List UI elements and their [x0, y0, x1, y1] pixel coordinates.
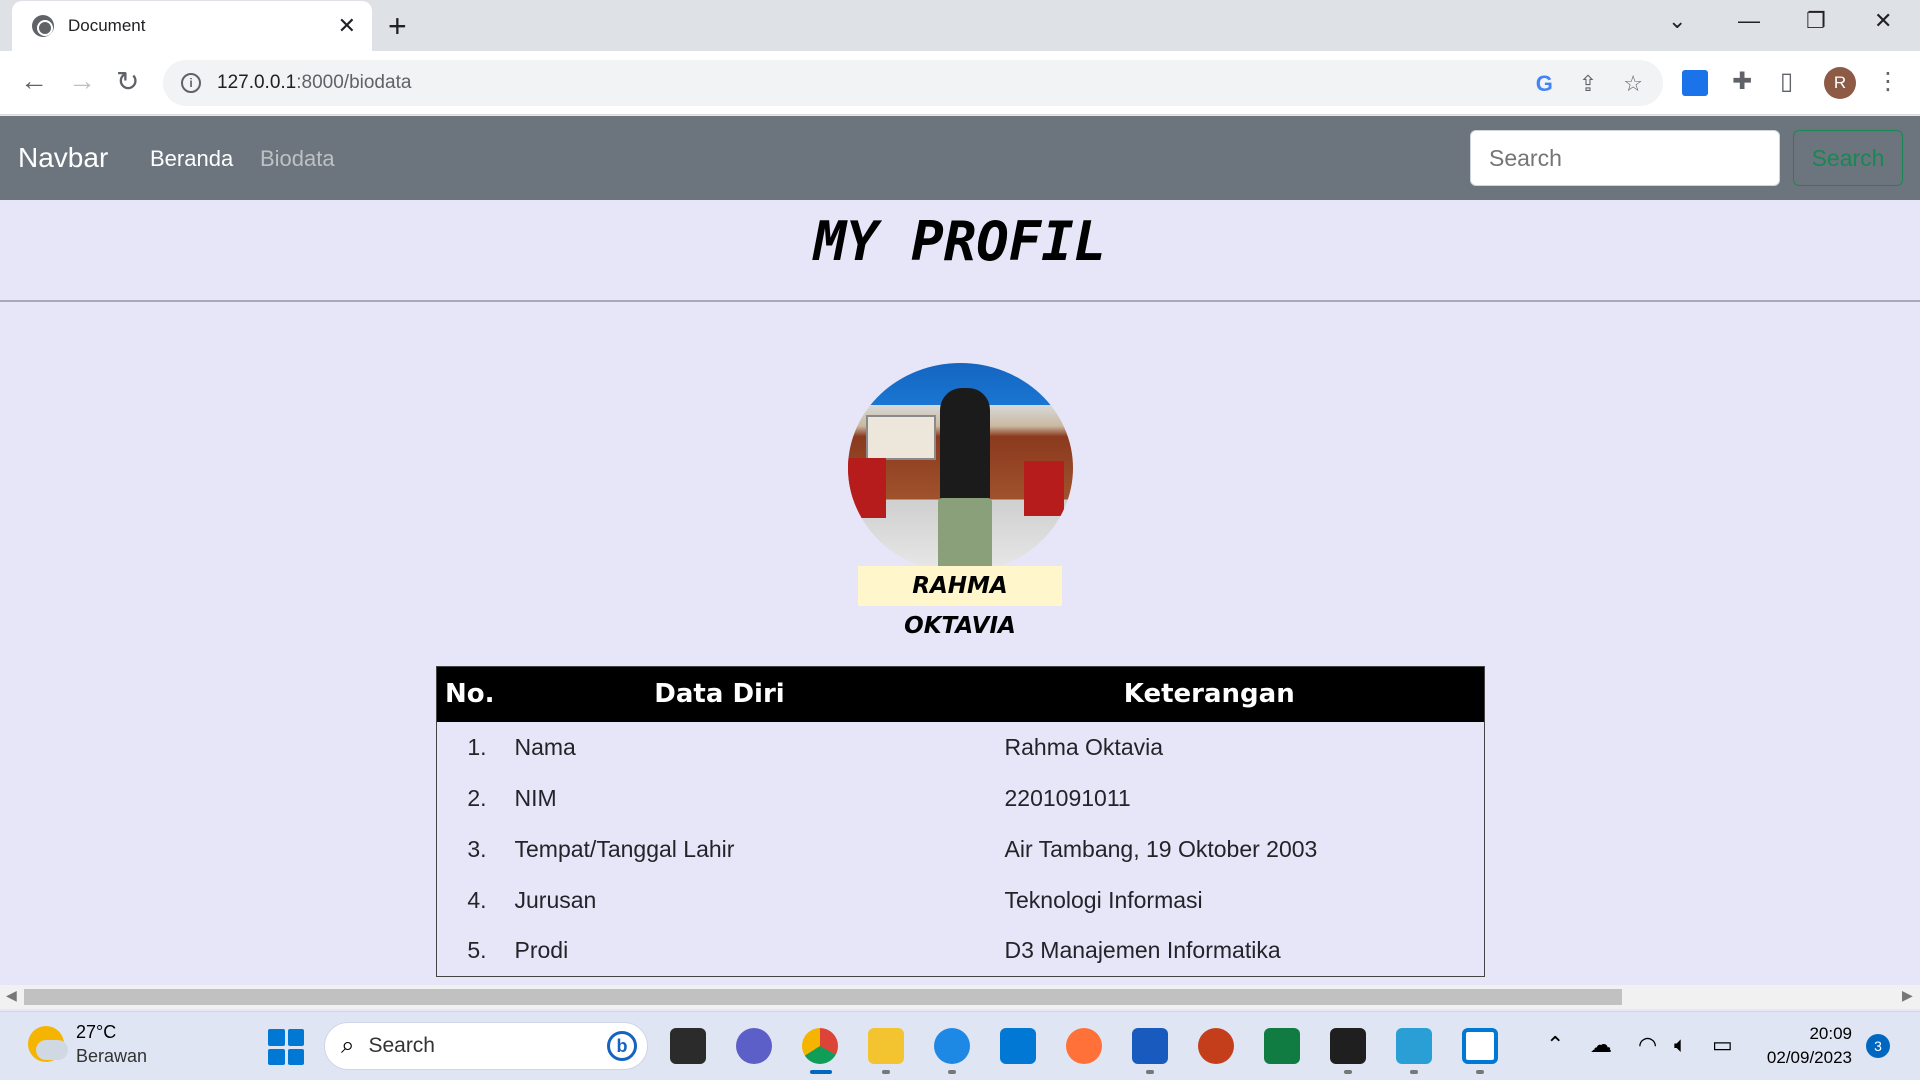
horizontal-scrollbar[interactable]: ◀ ▶ — [0, 985, 1920, 1009]
side-panel-icon[interactable]: ▯ — [1780, 67, 1793, 96]
table-row: 1. Nama Rahma Oktavia — [437, 722, 1485, 773]
search-button[interactable]: Search — [1793, 130, 1903, 186]
tab-title: Document — [68, 16, 146, 35]
profile-photo — [848, 363, 1073, 573]
title-divider — [0, 300, 1920, 302]
row-number: 4. — [467, 886, 487, 913]
row-number: 1. — [467, 733, 487, 760]
url-text[interactable]: 127.0.0.1:8000/biodata — [217, 72, 411, 94]
menu-kebab-icon[interactable]: ⋮ — [1876, 67, 1900, 96]
start-button[interactable] — [268, 1029, 304, 1065]
tab-search-chevron-icon[interactable]: ⌄ — [1668, 8, 1686, 34]
site-info-icon[interactable]: i — [181, 73, 201, 93]
task-view-icon[interactable] — [670, 1028, 706, 1064]
table-row: 2. NIM 2201091011 — [437, 773, 1485, 824]
header-data-diri: Data Diri — [504, 666, 935, 722]
table-row: 5. Prodi D3 Manajemen Informatika — [437, 926, 1485, 977]
row-field: Tempat/Tanggal Lahir — [514, 835, 735, 862]
browser-tab-strip: Document ✕ + ⌄ — ❐ ✕ — [0, 0, 1920, 51]
minimize-icon[interactable]: — — [1738, 8, 1760, 34]
wifi-icon[interactable]: ◠ — [1638, 1032, 1657, 1058]
weather-cloud-icon — [36, 1040, 68, 1060]
notepad-icon[interactable] — [1396, 1028, 1432, 1064]
new-tab-button[interactable]: + — [388, 8, 407, 45]
site-navbar: Navbar Beranda Biodata Search — [0, 116, 1920, 200]
bing-icon[interactable]: b — [607, 1031, 637, 1061]
terminal-icon[interactable] — [1330, 1028, 1366, 1064]
scroll-right-arrow-icon[interactable]: ▶ — [1902, 987, 1913, 1004]
table-row: 4. Jurusan Teknologi Informasi — [437, 875, 1485, 926]
word-icon[interactable] — [1132, 1028, 1168, 1064]
teams-chat-icon[interactable] — [736, 1028, 772, 1064]
close-tab-icon[interactable]: ✕ — [338, 13, 356, 39]
edge-icon[interactable] — [934, 1028, 970, 1064]
browser-tab[interactable]: Document ✕ — [12, 1, 372, 51]
profile-avatar[interactable]: R — [1824, 67, 1856, 99]
taskbar-search-label: Search — [368, 1034, 435, 1057]
navbar-brand[interactable]: Navbar — [18, 142, 108, 174]
search-input[interactable] — [1470, 130, 1780, 186]
search-icon: ⌕ — [341, 1032, 355, 1059]
taskbar-search[interactable]: ⌕ Search b — [324, 1022, 648, 1070]
row-value: D3 Manajemen Informatika — [1004, 937, 1281, 964]
row-number: 5. — [467, 937, 487, 964]
bookmark-star-icon[interactable]: ☆ — [1623, 71, 1643, 97]
back-icon[interactable]: ← — [20, 65, 48, 97]
clock-date: 02/09/2023 — [1766, 1048, 1852, 1067]
row-field: NIM — [514, 784, 557, 811]
header-no: No. — [436, 666, 505, 722]
firefox-icon[interactable] — [1066, 1028, 1102, 1064]
powerpoint-icon[interactable] — [1198, 1028, 1234, 1064]
share-icon[interactable]: ⇪ — [1579, 71, 1597, 97]
row-value: Air Tambang, 19 Oktober 2003 — [1004, 835, 1318, 862]
notification-badge[interactable]: 3 — [1866, 1034, 1890, 1058]
show-hidden-icons-chevron-icon[interactable]: ⌃ — [1546, 1032, 1564, 1058]
nav-link-beranda[interactable]: Beranda — [150, 146, 233, 172]
reload-icon[interactable]: ↻ — [116, 65, 139, 98]
row-number: 3. — [467, 835, 487, 862]
page-title: MY PROFIL — [813, 210, 1107, 273]
battery-icon[interactable]: ▭ — [1712, 1032, 1733, 1058]
row-field: Jurusan — [514, 886, 597, 913]
extensions-puzzle-icon[interactable]: ✚ — [1732, 67, 1752, 96]
chrome-icon[interactable] — [802, 1028, 838, 1064]
onedrive-cloud-icon[interactable]: ☁ — [1590, 1032, 1612, 1058]
row-value: Rahma Oktavia — [1004, 733, 1164, 760]
microsoft-store-icon[interactable] — [1000, 1028, 1036, 1064]
row-value: Teknologi Informasi — [1004, 886, 1203, 913]
file-explorer-icon[interactable] — [868, 1028, 904, 1064]
forward-icon[interactable]: → — [68, 65, 96, 97]
scrollbar-thumb[interactable] — [24, 989, 1622, 1005]
scroll-left-arrow-icon[interactable]: ◀ — [6, 987, 17, 1004]
row-number: 2. — [467, 784, 487, 811]
vscode-window-icon[interactable] — [1462, 1028, 1498, 1064]
excel-icon[interactable] — [1264, 1028, 1300, 1064]
browser-toolbar: ← → ↻ i 127.0.0.1:8000/biodata G ⇪ ☆ ✚ ▯… — [0, 51, 1920, 115]
nav-link-biodata[interactable]: Biodata — [260, 146, 335, 172]
row-field: Prodi — [514, 937, 569, 964]
address-bar[interactable]: i 127.0.0.1:8000/biodata G ⇪ ☆ — [163, 60, 1663, 106]
globe-icon — [32, 15, 54, 37]
row-value: 2201091011 — [1004, 784, 1131, 811]
weather-description[interactable]: Berawan — [76, 1046, 147, 1067]
row-field: Nama — [514, 733, 576, 760]
biodata-table: No. Data Diri Keterangan 1. Nama Rahma O… — [436, 666, 1485, 977]
weather-temperature[interactable]: 27°C — [76, 1022, 116, 1043]
table-row: 3. Tempat/Tanggal Lahir Air Tambang, 19 … — [437, 824, 1485, 875]
header-keterangan: Keterangan — [934, 666, 1485, 722]
windows-taskbar: 27°C Berawan ⌕ Search b ⌃ ☁ ◠ 🔈︎ ▭ 20:09… — [0, 1011, 1920, 1080]
volume-icon[interactable]: 🔈︎ — [1674, 1032, 1687, 1058]
extension-resize-icon[interactable] — [1682, 70, 1708, 96]
restore-icon[interactable]: ❐ — [1806, 8, 1826, 34]
profile-name: RAHMA OKTAVIA — [858, 566, 1062, 639]
close-window-icon[interactable]: ✕ — [1874, 8, 1892, 34]
clock-time: 20:09 — [1809, 1024, 1852, 1043]
google-lens-icon[interactable]: G — [1536, 71, 1553, 97]
clock[interactable]: 20:09 02/09/2023 — [1760, 1022, 1852, 1070]
table-header-row: No. Data Diri Keterangan — [436, 666, 1485, 722]
